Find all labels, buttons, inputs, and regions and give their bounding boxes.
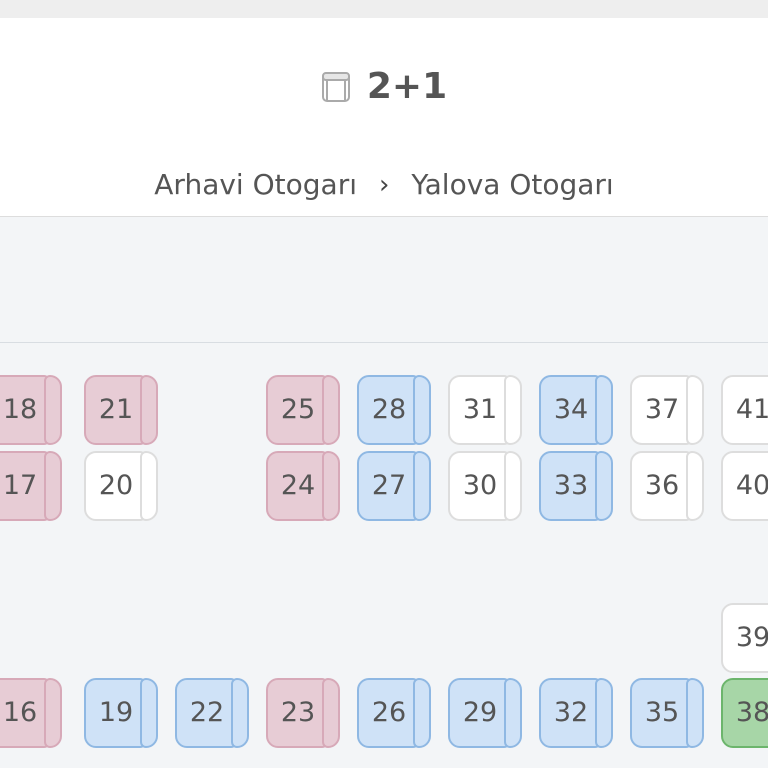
bus-seat-map: 18 21 25 28 31 34 37 41 17 20 24 27 30 33 36 40 39 16 19 22… — [0, 217, 768, 768]
seat-number: 35 — [644, 697, 680, 728]
seat-number: 25 — [280, 394, 316, 425]
seat-21[interactable]: 21 — [84, 375, 158, 445]
seat-number: 30 — [462, 470, 498, 501]
seat-39[interactable]: 39 — [721, 603, 768, 673]
seat-35[interactable]: 35 — [630, 678, 704, 748]
seat-number: 39 — [735, 622, 768, 653]
seat-18[interactable]: 18 — [0, 375, 62, 445]
seat-24[interactable]: 24 — [266, 451, 340, 521]
seat-number: 31 — [462, 394, 498, 425]
seat-number: 22 — [189, 697, 225, 728]
bus-seat-icon — [321, 71, 351, 103]
seat-20[interactable]: 20 — [84, 451, 158, 521]
seat-number: 18 — [2, 394, 38, 425]
seat-number: 34 — [553, 394, 589, 425]
seat-36[interactable]: 36 — [630, 451, 704, 521]
seat-34[interactable]: 34 — [539, 375, 613, 445]
seat-number: 32 — [553, 697, 589, 728]
seat-23[interactable]: 23 — [266, 678, 340, 748]
seat-number: 19 — [98, 697, 134, 728]
route-destination: Yalova Otogarı — [411, 168, 614, 201]
seat-30[interactable]: 30 — [448, 451, 522, 521]
seat-17[interactable]: 17 — [0, 451, 62, 521]
seat-layout-label: 2+1 — [366, 66, 448, 107]
seat-number: 29 — [462, 697, 498, 728]
seat-38[interactable]: 38 — [721, 678, 768, 748]
seat-28[interactable]: 28 — [357, 375, 431, 445]
seat-number: 36 — [644, 470, 680, 501]
seat-27[interactable]: 27 — [357, 451, 431, 521]
route-origin: Arhavi Otogarı — [154, 168, 357, 201]
seat-19[interactable]: 19 — [84, 678, 158, 748]
seat-40[interactable]: 40 — [721, 451, 768, 521]
seat-number: 26 — [371, 697, 407, 728]
route-breadcrumb: Arhavi Otogarı › Yalova Otogarı — [0, 168, 768, 201]
seat-number: 20 — [98, 470, 134, 501]
seat-selection-page: 2+1 Arhavi Otogarı › Yalova Otogarı 18 21… — [0, 0, 768, 768]
seat-layout-row: 2+1 — [0, 66, 768, 107]
seat-number: 28 — [371, 394, 407, 425]
seat-25[interactable]: 25 — [266, 375, 340, 445]
seat-number: 40 — [735, 470, 768, 501]
seat-29[interactable]: 29 — [448, 678, 522, 748]
seat-number: 37 — [644, 394, 680, 425]
seat-41[interactable]: 41 — [721, 375, 768, 445]
seat-number: 24 — [280, 470, 316, 501]
seat-16[interactable]: 16 — [0, 678, 62, 748]
seat-number: 33 — [553, 470, 589, 501]
seat-number: 21 — [98, 394, 134, 425]
seat-number: 17 — [2, 470, 38, 501]
chevron-right-icon: › — [378, 169, 390, 200]
seat-number: 41 — [735, 394, 768, 425]
seat-number: 16 — [2, 697, 38, 728]
seat-number: 27 — [371, 470, 407, 501]
seat-31[interactable]: 31 — [448, 375, 522, 445]
seat-number: 38 — [735, 697, 768, 728]
trip-header-card: 2+1 Arhavi Otogarı › Yalova Otogarı — [0, 18, 768, 217]
seat-37[interactable]: 37 — [630, 375, 704, 445]
bus-front-area — [0, 217, 768, 343]
seat-32[interactable]: 32 — [539, 678, 613, 748]
seat-26[interactable]: 26 — [357, 678, 431, 748]
seat-number: 23 — [280, 697, 316, 728]
seat-22[interactable]: 22 — [175, 678, 249, 748]
seat-33[interactable]: 33 — [539, 451, 613, 521]
